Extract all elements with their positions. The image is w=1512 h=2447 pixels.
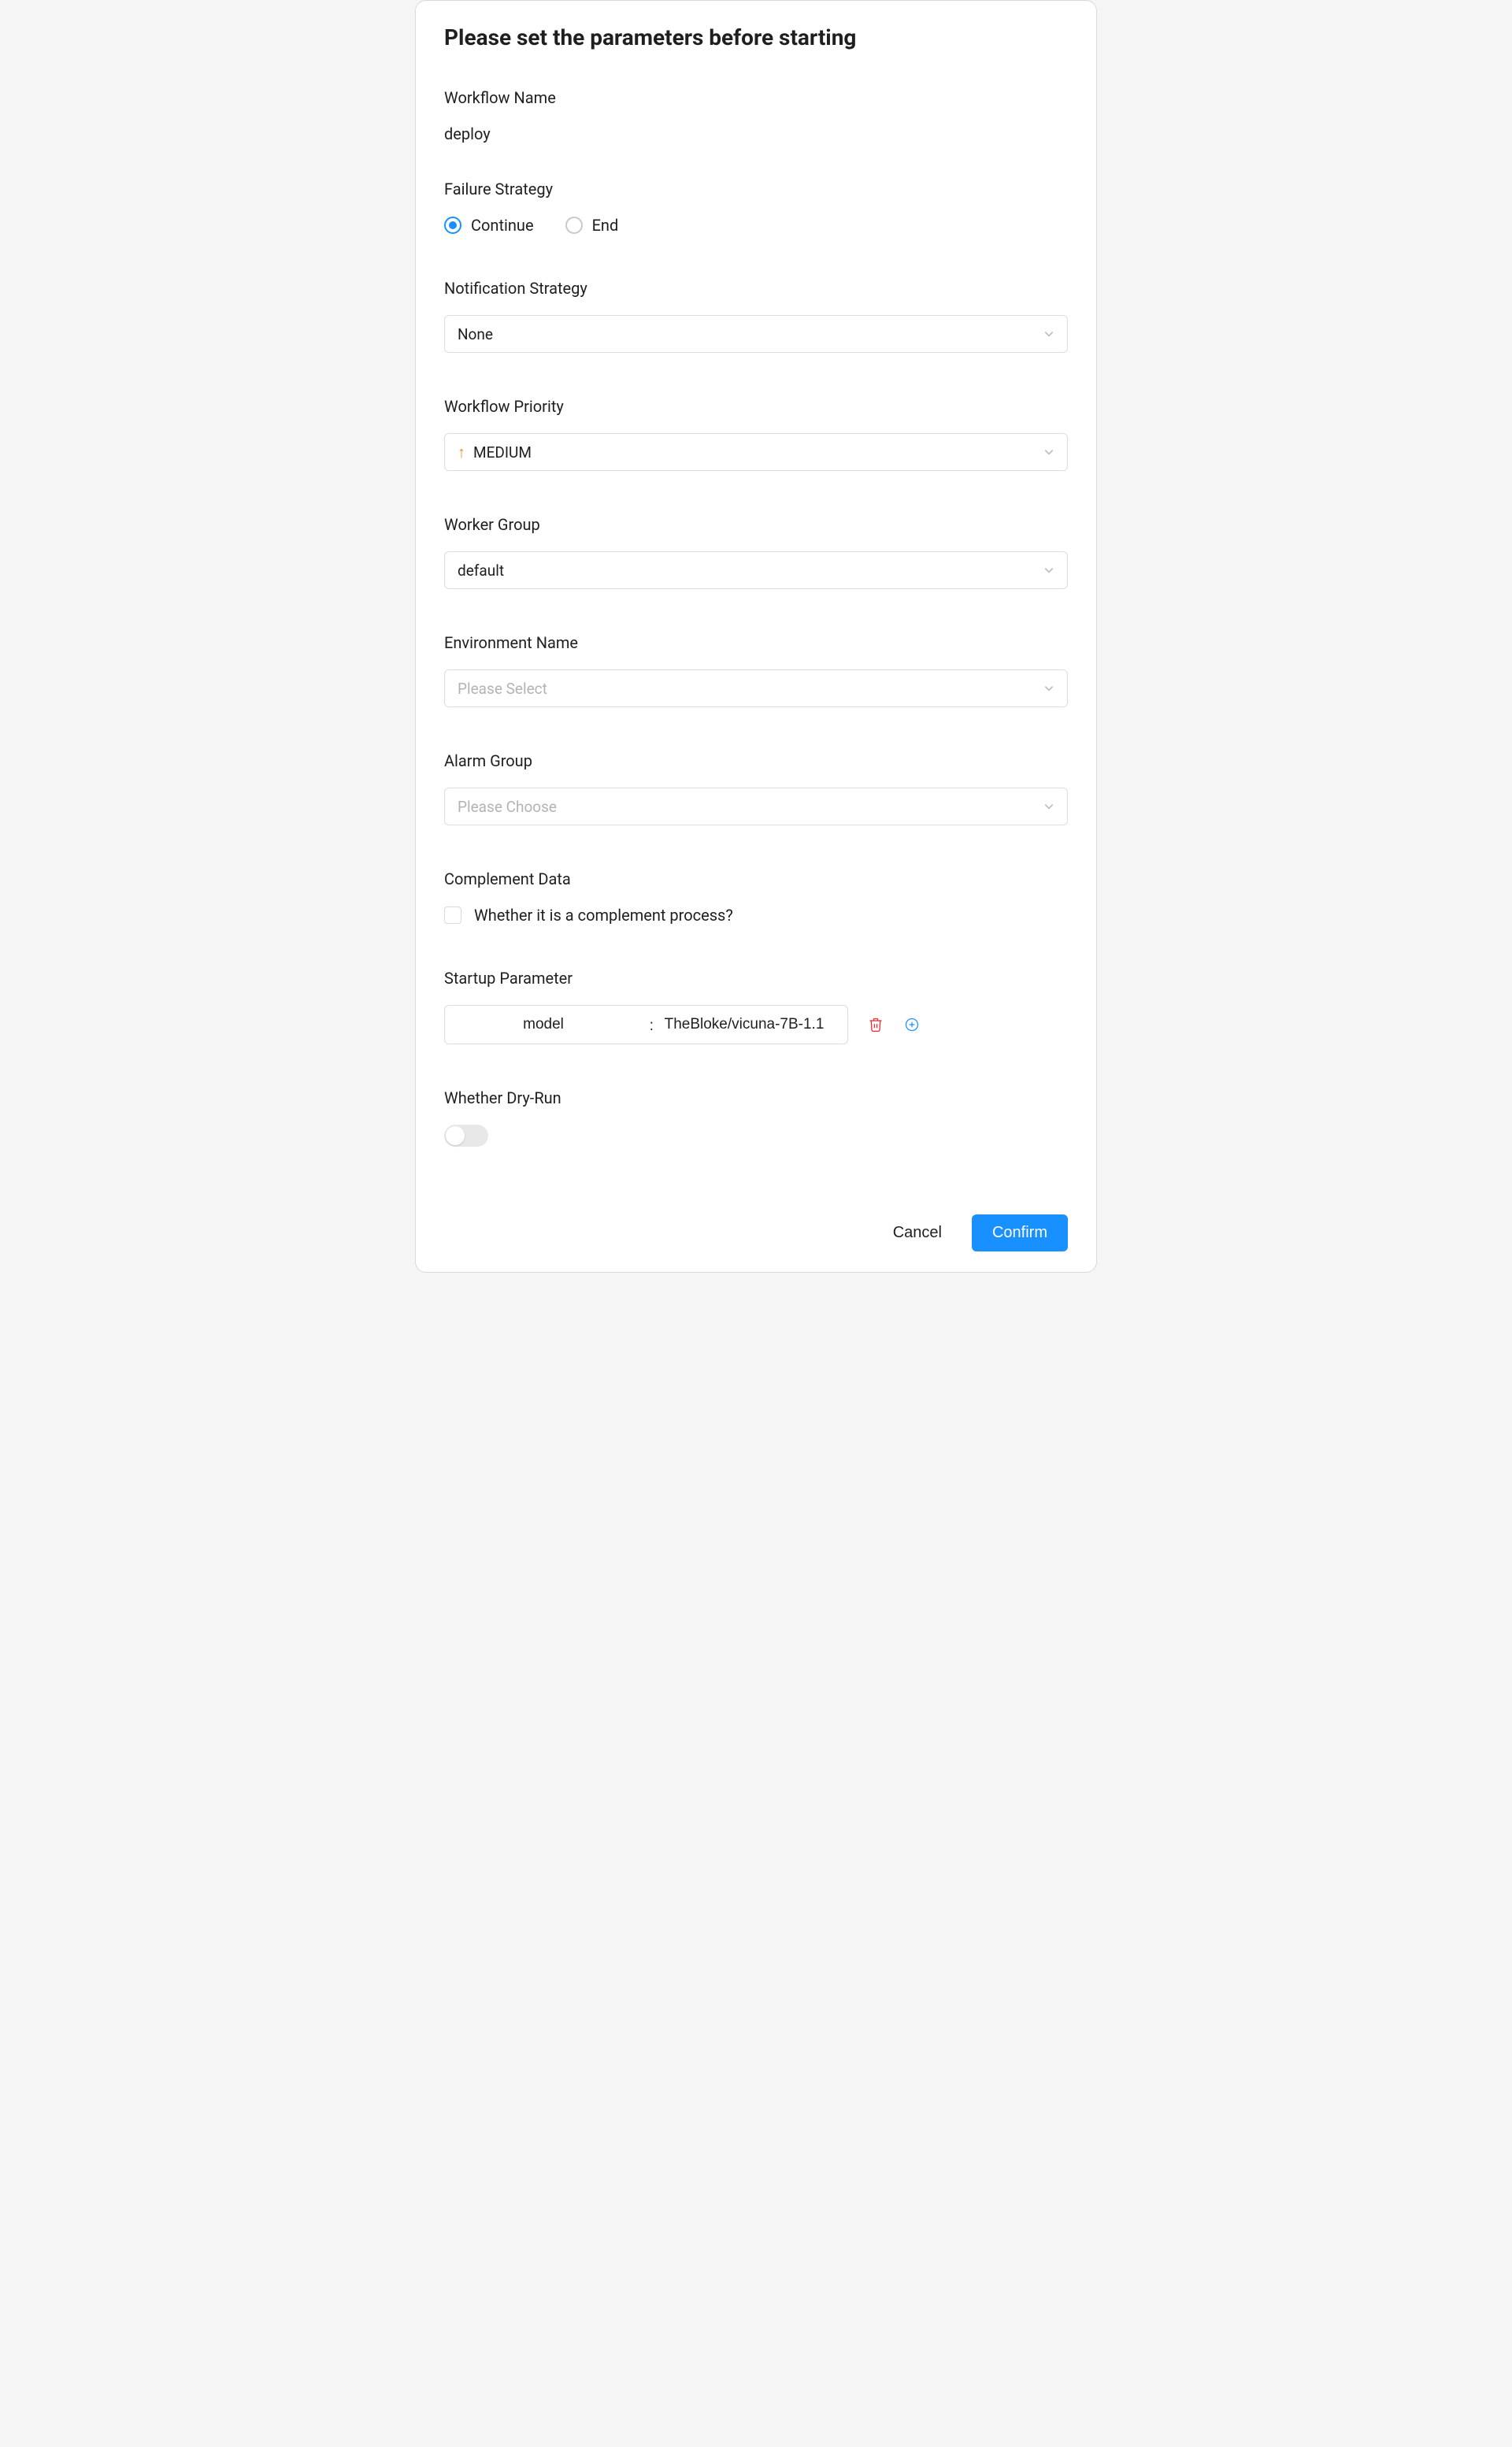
notification-strategy-label: Notification Strategy <box>444 279 1068 298</box>
radio-checked-icon <box>444 217 461 234</box>
workflow-name-label: Workflow Name <box>444 88 1068 107</box>
failure-strategy-end-label: End <box>592 216 619 235</box>
environment-name-label: Environment Name <box>444 633 1068 652</box>
cancel-button[interactable]: Cancel <box>887 1216 948 1250</box>
startup-parameter-value-input[interactable] <box>662 1006 847 1044</box>
confirm-button[interactable]: Confirm <box>972 1214 1068 1251</box>
chevron-down-icon <box>1043 447 1054 458</box>
modal-title: Please set the parameters before startin… <box>444 24 1068 50</box>
priority-arrow-up-icon: ↑ <box>458 444 465 460</box>
failure-strategy-continue-label: Continue <box>471 216 534 235</box>
toggle-knob-icon <box>446 1126 465 1145</box>
worker-group-label: Worker Group <box>444 515 1068 534</box>
delete-icon[interactable] <box>867 1016 884 1033</box>
alarm-group-label: Alarm Group <box>444 751 1068 770</box>
startup-parameter-field: Startup Parameter : <box>444 969 1068 1044</box>
worker-group-value: default <box>458 562 504 580</box>
failure-strategy-end-radio[interactable]: End <box>565 216 619 235</box>
startup-parameter-label: Startup Parameter <box>444 969 1068 988</box>
add-icon[interactable] <box>903 1016 921 1033</box>
workflow-priority-value: MEDIUM <box>473 443 532 462</box>
chevron-down-icon <box>1043 801 1054 812</box>
radio-unchecked-icon <box>565 217 583 234</box>
dry-run-label: Whether Dry-Run <box>444 1088 1068 1107</box>
dry-run-toggle[interactable] <box>444 1125 488 1147</box>
environment-name-field: Environment Name Please Select <box>444 633 1068 707</box>
startup-parameter-box: : <box>444 1005 848 1044</box>
failure-strategy-label: Failure Strategy <box>444 180 1068 198</box>
complement-data-checkbox[interactable] <box>444 907 461 924</box>
workflow-priority-field: Workflow Priority ↑ MEDIUM <box>444 397 1068 471</box>
workflow-priority-select[interactable]: ↑ MEDIUM <box>444 433 1068 471</box>
alarm-group-placeholder: Please Choose <box>458 798 557 816</box>
workflow-name-field: Workflow Name deploy <box>444 88 1068 143</box>
modal-footer: Cancel Confirm <box>444 1191 1068 1251</box>
complement-data-field: Complement Data Whether it is a compleme… <box>444 869 1068 925</box>
environment-name-select[interactable]: Please Select <box>444 669 1068 707</box>
chevron-down-icon <box>1043 683 1054 694</box>
environment-name-placeholder: Please Select <box>458 680 547 698</box>
failure-strategy-field: Failure Strategy Continue End <box>444 180 1068 235</box>
alarm-group-select[interactable]: Please Choose <box>444 788 1068 825</box>
chevron-down-icon <box>1043 565 1054 576</box>
complement-data-checkbox-label: Whether it is a complement process? <box>474 906 733 925</box>
alarm-group-field: Alarm Group Please Choose <box>444 751 1068 825</box>
notification-strategy-select[interactable]: None <box>444 315 1068 353</box>
startup-parameter-key-input[interactable] <box>445 1006 642 1044</box>
worker-group-select[interactable]: default <box>444 551 1068 589</box>
failure-strategy-radio-group: Continue End <box>444 216 1068 235</box>
complement-data-label: Complement Data <box>444 869 1068 888</box>
notification-strategy-value: None <box>458 325 493 343</box>
worker-group-field: Worker Group default <box>444 515 1068 589</box>
workflow-priority-label: Workflow Priority <box>444 397 1068 416</box>
workflow-name-value: deploy <box>444 124 1068 143</box>
failure-strategy-continue-radio[interactable]: Continue <box>444 216 534 235</box>
chevron-down-icon <box>1043 328 1054 339</box>
notification-strategy-field: Notification Strategy None <box>444 279 1068 353</box>
startup-parameter-separator: : <box>642 1016 662 1034</box>
start-parameters-modal: Please set the parameters before startin… <box>415 0 1097 1273</box>
dry-run-field: Whether Dry-Run <box>444 1088 1068 1147</box>
startup-parameter-row: : <box>444 1005 1068 1044</box>
